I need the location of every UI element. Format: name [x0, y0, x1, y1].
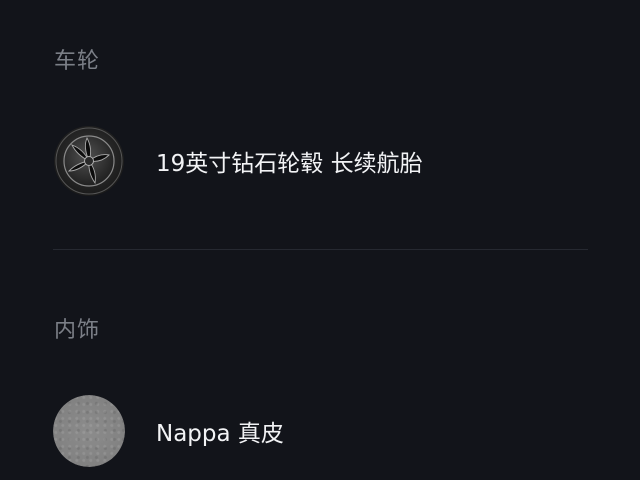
wheel-icon	[53, 125, 125, 197]
interior-option-label: Nappa 真皮	[156, 421, 284, 447]
interior-option-row[interactable]: Nappa 真皮	[53, 395, 588, 467]
config-summary-screen: 车轮 19英寸钻石轮毂 长续航胎 内饰 Nappa 真皮	[0, 0, 640, 480]
leather-swatch-icon	[53, 395, 125, 467]
wheel-option-label: 19英寸钻石轮毂 长续航胎	[156, 151, 423, 177]
section-title-interior: 内饰	[54, 318, 101, 343]
section-title-wheels: 车轮	[54, 49, 101, 74]
section-divider	[53, 249, 588, 250]
wheel-option-row[interactable]: 19英寸钻石轮毂 长续航胎	[53, 125, 588, 197]
